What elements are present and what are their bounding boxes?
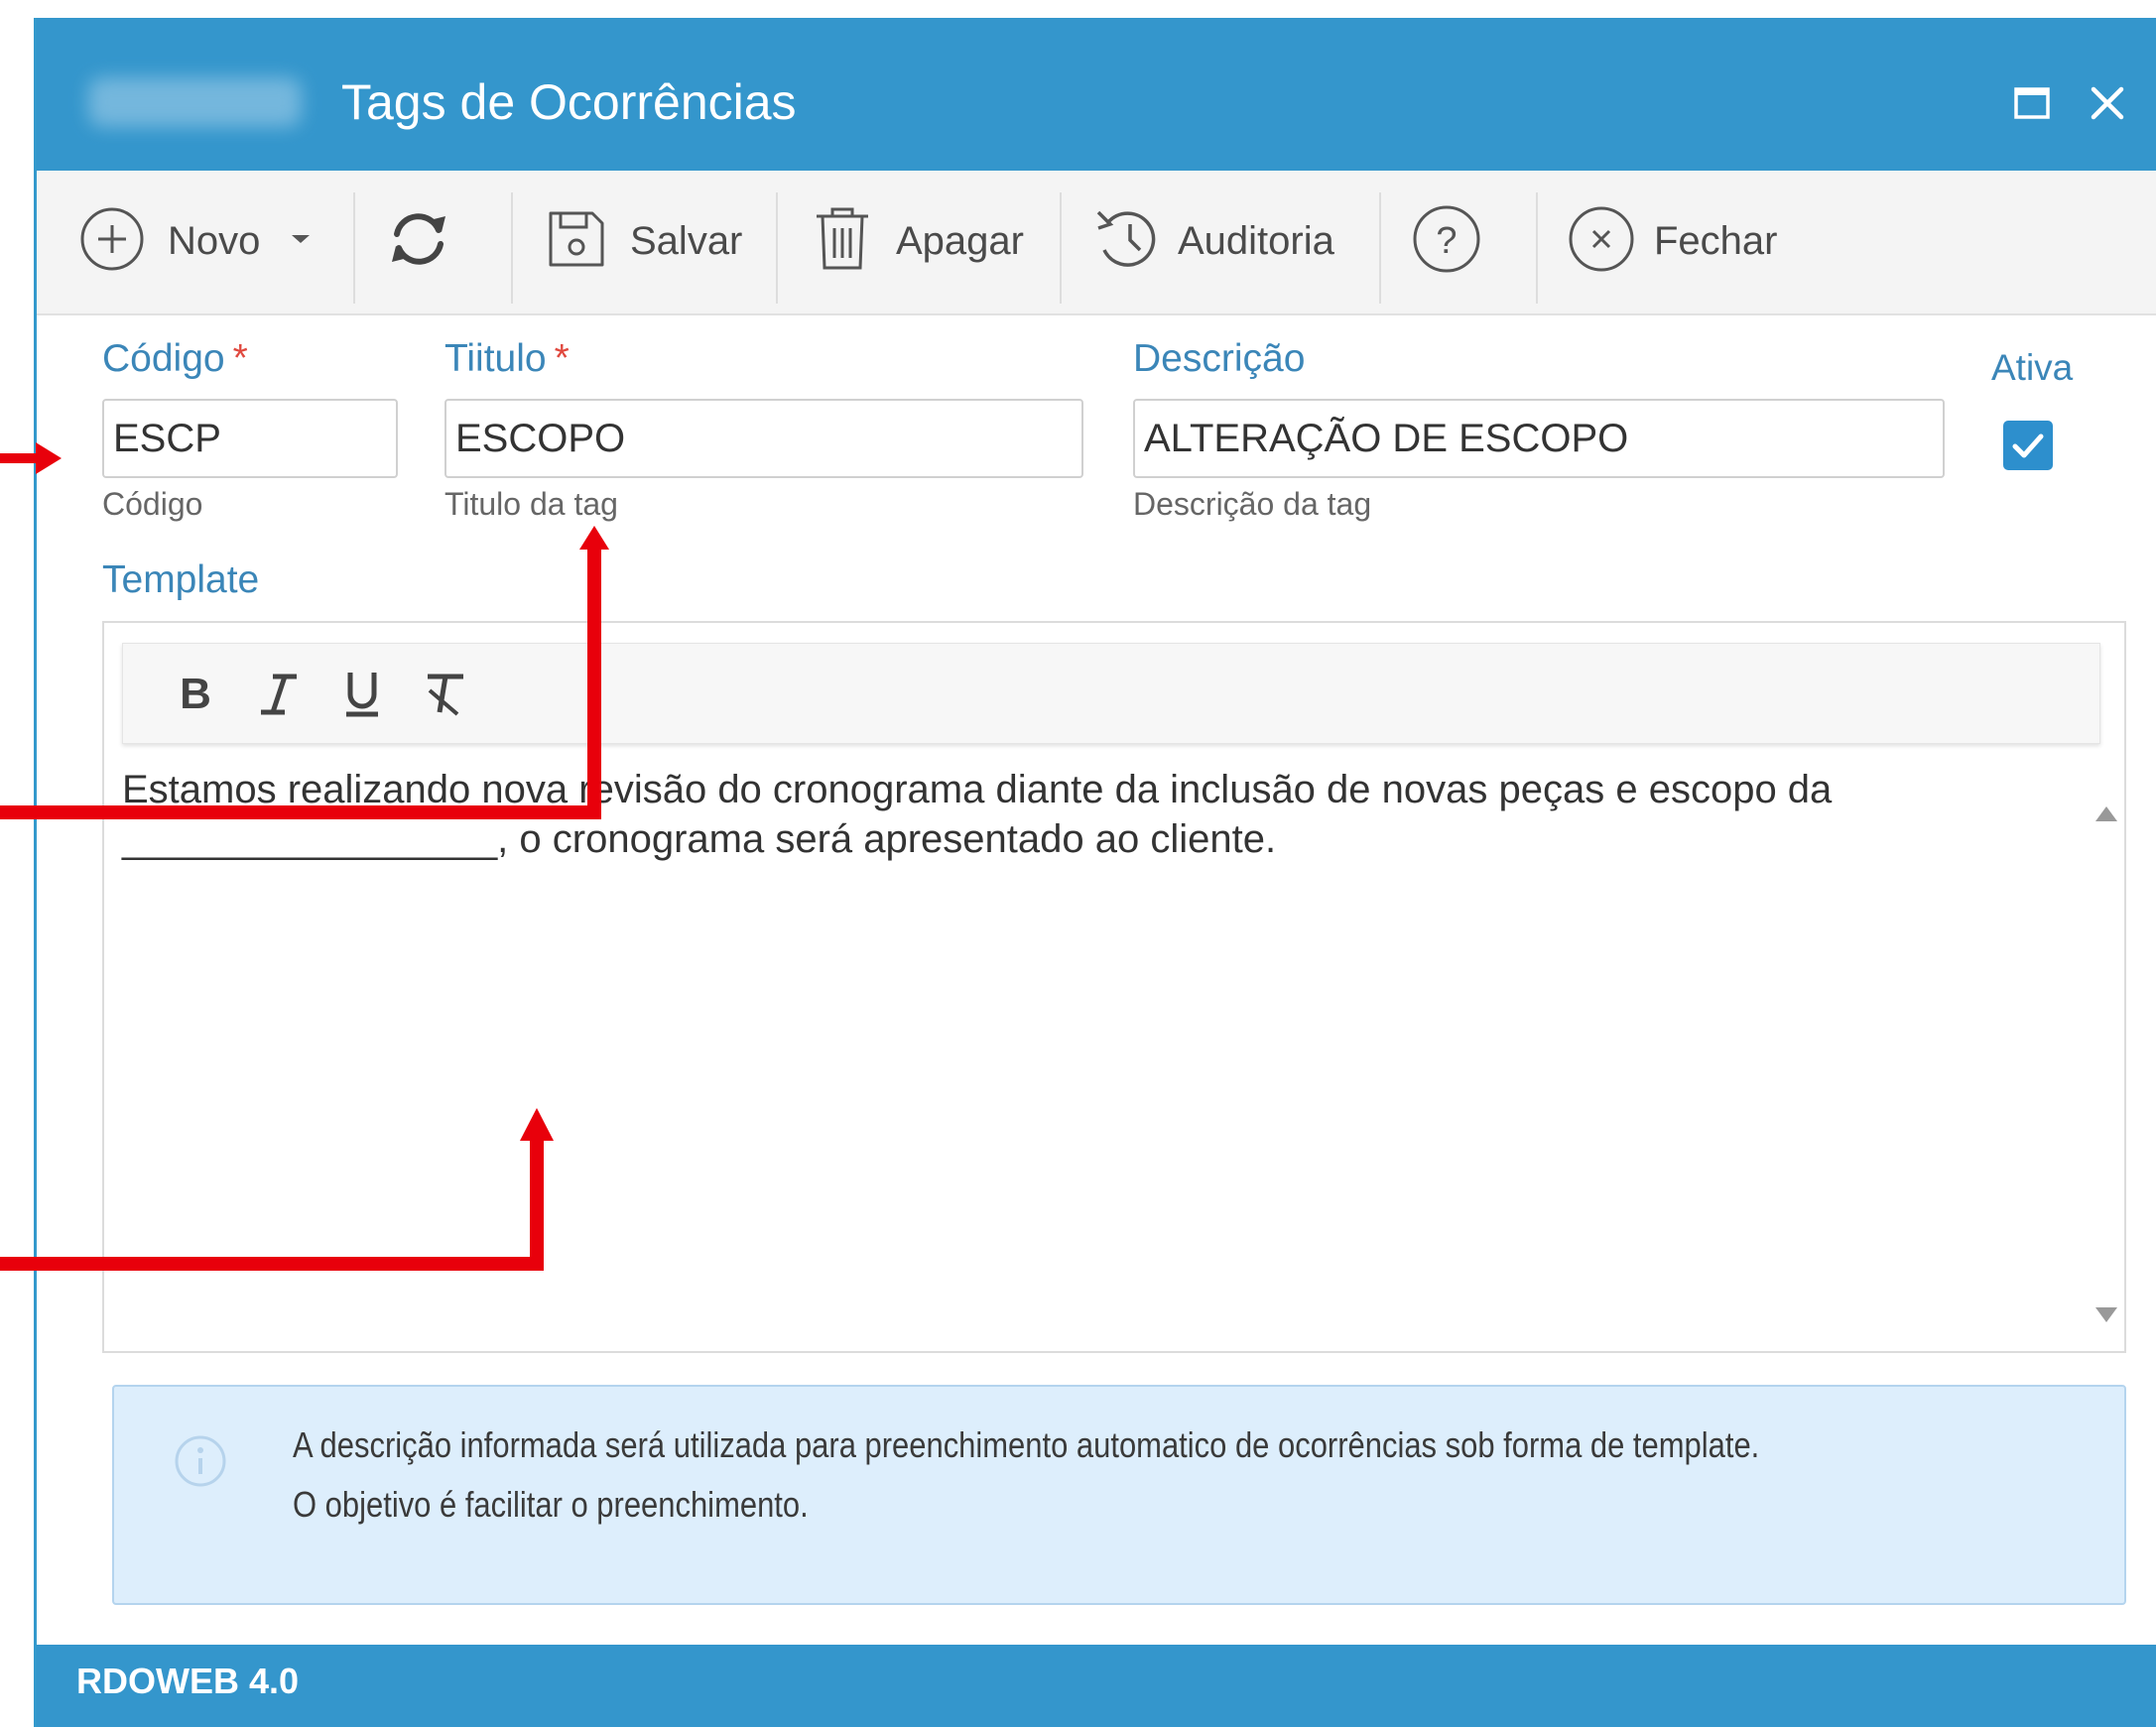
tags-dialog: Tags de Ocorrências Novo Salvar Apagar A… (34, 18, 2156, 1727)
save-button-label: Salvar (630, 218, 743, 263)
template-line: Estamos realizando nova revisão do crono… (122, 768, 1833, 811)
caret-down-icon[interactable] (290, 232, 312, 251)
toolbar-separator (1379, 192, 1381, 304)
bold-icon[interactable]: B (165, 664, 226, 725)
save-button[interactable]: Salvar (545, 186, 742, 296)
floppy-disk-icon (545, 207, 608, 276)
template-content[interactable]: Estamos realizando nova revisão do crono… (122, 765, 2067, 864)
scroll-up-icon[interactable] (2093, 802, 2119, 827)
toolbar-separator (1536, 192, 1538, 304)
titulo-input[interactable]: ESCOPO (444, 399, 1083, 478)
scroll-down-icon[interactable] (2093, 1301, 2119, 1327)
editor-toolbar: B (122, 643, 2100, 744)
delete-button-label: Apagar (896, 218, 1024, 263)
descricao-input[interactable]: ALTERAÇÃO DE ESCOPO (1133, 399, 1945, 478)
close-button-label: Fechar (1654, 218, 1778, 263)
info-box: A descrição informada será utilizada par… (112, 1385, 2126, 1605)
template-line: _________________, o cronograma será apr… (122, 817, 1277, 861)
close-button[interactable]: Fechar (1567, 186, 1778, 296)
titulo-label: Tiitulo * (444, 337, 570, 380)
checkmark-icon (2012, 433, 2044, 458)
new-button-label: Novo (168, 218, 261, 263)
dialog-title: Tags de Ocorrências (341, 74, 797, 130)
refresh-button[interactable] (384, 186, 453, 296)
history-icon (1092, 204, 1164, 279)
ativa-label: Ativa (1991, 347, 2074, 388)
template-editor: B Estamos realizando nova revisão do cro… (102, 621, 2126, 1353)
trash-icon (811, 204, 874, 279)
blurred-app-name (88, 77, 302, 127)
toolbar-separator (353, 192, 355, 304)
ativa-checkbox[interactable] (2003, 421, 2053, 470)
toolbar-separator (511, 192, 513, 304)
annotation-arrow-1-shaft (0, 453, 36, 463)
toolbar: Novo Salvar Apagar Auditoria ? Fechar (37, 171, 2156, 315)
new-button[interactable]: Novo (78, 186, 312, 296)
maximize-icon[interactable] (2008, 79, 2056, 127)
template-label: Template (102, 558, 260, 601)
help-icon: ? (1411, 203, 1482, 280)
clear-format-icon[interactable] (415, 664, 476, 725)
close-circle-icon (1567, 204, 1636, 279)
svg-text:?: ? (1436, 220, 1457, 262)
audit-button[interactable]: Auditoria (1092, 186, 1334, 296)
help-button[interactable]: ? (1411, 186, 1482, 296)
codigo-hint: Código (102, 486, 203, 522)
close-icon[interactable] (2084, 79, 2131, 127)
refresh-icon (384, 204, 453, 279)
info-line: O objetivo é facilitar o preenchimento. (293, 1484, 809, 1525)
footer: RDOWEB 4.0 (37, 1645, 2156, 1727)
info-icon (174, 1434, 227, 1488)
title-bar: Tags de Ocorrências (37, 18, 2156, 171)
titulo-hint: Titulo da tag (444, 486, 618, 522)
codigo-input[interactable]: ESCP (102, 399, 398, 478)
info-line: A descrição informada será utilizada par… (293, 1424, 1760, 1465)
audit-button-label: Auditoria (1178, 218, 1334, 263)
plus-circle-icon (78, 205, 146, 278)
descricao-hint: Descrição da tag (1133, 486, 1372, 522)
toolbar-separator (776, 192, 778, 304)
toolbar-separator (1060, 192, 1062, 304)
underline-icon[interactable] (331, 664, 393, 725)
italic-icon[interactable] (248, 664, 310, 725)
delete-button[interactable]: Apagar (811, 186, 1024, 296)
footer-version: RDOWEB 4.0 (76, 1661, 300, 1701)
descricao-label: Descrição (1133, 337, 1306, 380)
codigo-label: Código * (102, 337, 248, 380)
